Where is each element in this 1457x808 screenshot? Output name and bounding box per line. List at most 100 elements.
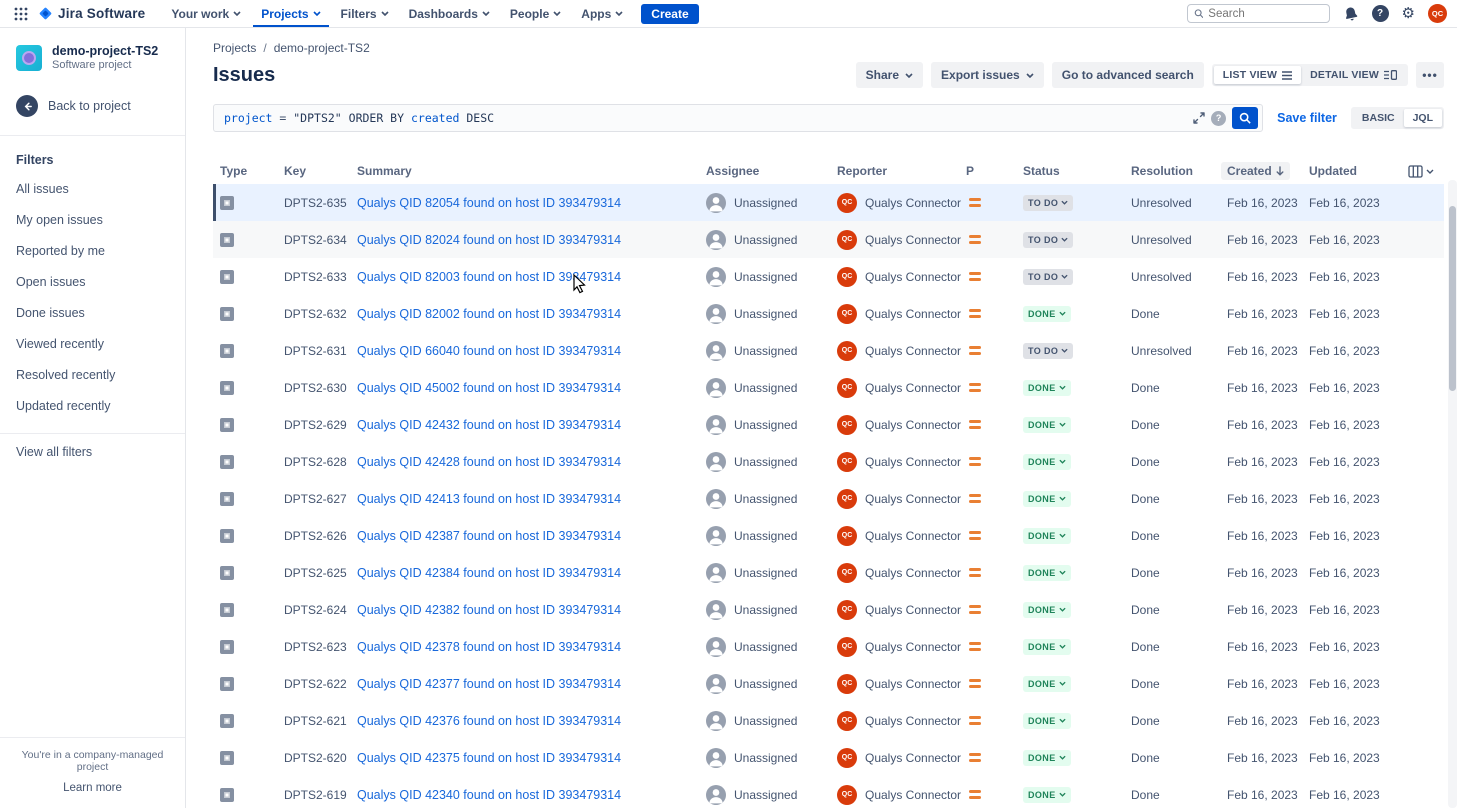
app-switcher-icon[interactable]	[10, 3, 32, 25]
notifications-bell-icon[interactable]	[1341, 4, 1360, 23]
table-row[interactable]: DPTS2-633 Qualys QID 82003 found on host…	[213, 258, 1444, 295]
table-row[interactable]: DPTS2-635 Qualys QID 82054 found on host…	[213, 184, 1444, 221]
vertical-scrollbar[interactable]	[1448, 180, 1457, 808]
status-chip[interactable]: DONE	[1023, 417, 1071, 433]
user-avatar[interactable]: QC	[1428, 4, 1447, 23]
detail-view-toggle[interactable]: DETAIL VIEW	[1301, 66, 1406, 84]
table-row[interactable]: DPTS2-623 Qualys QID 42378 found on host…	[213, 628, 1444, 665]
view-all-filters-link[interactable]: View all filters	[0, 436, 185, 467]
status-chip[interactable]: DONE	[1023, 491, 1071, 507]
status-chip[interactable]: DONE	[1023, 713, 1071, 729]
table-row[interactable]: DPTS2-621 Qualys QID 42376 found on host…	[213, 702, 1444, 739]
create-button[interactable]: Create	[641, 4, 698, 24]
basic-mode-toggle[interactable]: BASIC	[1353, 109, 1404, 127]
table-row[interactable]: DPTS2-625 Qualys QID 42384 found on host…	[213, 554, 1444, 591]
status-chip[interactable]: TO DO	[1023, 195, 1073, 211]
topnav-item[interactable]: People	[502, 0, 569, 27]
status-chip[interactable]: DONE	[1023, 565, 1071, 581]
column-header-key[interactable]: Key	[284, 164, 357, 178]
sidebar-filter-item[interactable]: Resolved recently	[0, 359, 185, 390]
status-chip[interactable]: DONE	[1023, 602, 1071, 618]
sidebar-filter-item[interactable]: Viewed recently	[0, 328, 185, 359]
share-button[interactable]: Share	[856, 62, 923, 88]
column-settings[interactable]	[1401, 165, 1444, 178]
back-to-project[interactable]: Back to project	[0, 95, 185, 117]
issue-summary-link[interactable]: Qualys QID 42378 found on host ID 393479…	[357, 640, 621, 654]
table-row[interactable]: DPTS2-620 Qualys QID 42375 found on host…	[213, 739, 1444, 776]
status-chip[interactable]: DONE	[1023, 750, 1071, 766]
table-row[interactable]: DPTS2-626 Qualys QID 42387 found on host…	[213, 517, 1444, 554]
table-row[interactable]: DPTS2-632 Qualys QID 82002 found on host…	[213, 295, 1444, 332]
scrollbar-thumb[interactable]	[1449, 206, 1456, 391]
sidebar-filter-item[interactable]: Done issues	[0, 297, 185, 328]
status-chip[interactable]: TO DO	[1023, 343, 1073, 359]
column-header-assignee[interactable]: Assignee	[706, 164, 837, 178]
learn-more-link[interactable]: Learn more	[63, 782, 122, 794]
table-row[interactable]: DPTS2-627 Qualys QID 42413 found on host…	[213, 480, 1444, 517]
issue-summary-link[interactable]: Qualys QID 42428 found on host ID 393479…	[357, 455, 621, 469]
global-search[interactable]	[1187, 4, 1330, 23]
table-row[interactable]: DPTS2-624 Qualys QID 42382 found on host…	[213, 591, 1444, 628]
status-chip[interactable]: DONE	[1023, 528, 1071, 544]
issue-summary-link[interactable]: Qualys QID 42432 found on host ID 393479…	[357, 418, 621, 432]
table-row[interactable]: DPTS2-622 Qualys QID 42377 found on host…	[213, 665, 1444, 702]
issue-summary-link[interactable]: Qualys QID 42375 found on host ID 393479…	[357, 751, 621, 765]
export-issues-button[interactable]: Export issues	[931, 62, 1044, 88]
jql-search-button[interactable]	[1232, 107, 1258, 129]
jql-mode-toggle[interactable]: JQL	[1404, 109, 1442, 127]
issue-summary-link[interactable]: Qualys QID 42376 found on host ID 393479…	[357, 714, 621, 728]
table-row[interactable]: DPTS2-634 Qualys QID 82024 found on host…	[213, 221, 1444, 258]
column-header-resolution[interactable]: Resolution	[1131, 164, 1227, 178]
expand-icon[interactable]	[1193, 112, 1205, 124]
column-header-created[interactable]: Created	[1227, 162, 1309, 180]
topnav-item[interactable]: Apps	[573, 0, 631, 27]
issue-summary-link[interactable]: Qualys QID 42413 found on host ID 393479…	[357, 492, 621, 506]
sidebar-filter-item[interactable]: My open issues	[0, 204, 185, 235]
issue-summary-link[interactable]: Qualys QID 42384 found on host ID 393479…	[357, 566, 621, 580]
column-header-type[interactable]: Type	[213, 164, 284, 178]
status-chip[interactable]: DONE	[1023, 380, 1071, 396]
sidebar-filter-item[interactable]: Reported by me	[0, 235, 185, 266]
save-filter-link[interactable]: Save filter	[1277, 111, 1337, 125]
table-row[interactable]: DPTS2-619 Qualys QID 42340 found on host…	[213, 776, 1444, 808]
issue-summary-link[interactable]: Qualys QID 45002 found on host ID 393479…	[357, 381, 621, 395]
more-actions-button[interactable]: •••	[1416, 62, 1444, 88]
issue-summary-link[interactable]: Qualys QID 82024 found on host ID 393479…	[357, 233, 621, 247]
status-chip[interactable]: DONE	[1023, 787, 1071, 803]
topnav-item[interactable]: Filters	[333, 0, 397, 27]
issue-summary-link[interactable]: Qualys QID 66040 found on host ID 393479…	[357, 344, 621, 358]
status-chip[interactable]: DONE	[1023, 454, 1071, 470]
sidebar-filter-item[interactable]: Updated recently	[0, 390, 185, 421]
column-header-updated[interactable]: Updated	[1309, 164, 1401, 178]
global-search-input[interactable]	[1208, 8, 1322, 20]
issue-summary-link[interactable]: Qualys QID 42387 found on host ID 393479…	[357, 529, 621, 543]
column-header-summary[interactable]: Summary	[357, 164, 706, 178]
topnav-item[interactable]: Your work	[163, 0, 249, 27]
topnav-item[interactable]: Projects	[253, 0, 328, 27]
settings-gear-icon[interactable]: ⚙	[1402, 6, 1415, 21]
status-chip[interactable]: DONE	[1023, 639, 1071, 655]
topnav-item[interactable]: Dashboards	[401, 0, 498, 27]
table-row[interactable]: DPTS2-628 Qualys QID 42428 found on host…	[213, 443, 1444, 480]
table-row[interactable]: DPTS2-630 Qualys QID 45002 found on host…	[213, 369, 1444, 406]
table-row[interactable]: DPTS2-629 Qualys QID 42432 found on host…	[213, 406, 1444, 443]
status-chip[interactable]: TO DO	[1023, 269, 1073, 285]
issue-summary-link[interactable]: Qualys QID 42377 found on host ID 393479…	[357, 677, 621, 691]
issue-summary-link[interactable]: Qualys QID 82003 found on host ID 393479…	[357, 270, 621, 284]
status-chip[interactable]: DONE	[1023, 676, 1071, 692]
sidebar-filter-item[interactable]: All issues	[0, 173, 185, 204]
jql-help-icon[interactable]: ?	[1211, 111, 1226, 126]
jira-logo[interactable]: Jira Software	[38, 6, 145, 21]
breadcrumb-projects-link[interactable]: Projects	[213, 41, 256, 55]
column-header-status[interactable]: Status	[1023, 164, 1131, 178]
jql-input[interactable]: project = "DPTS2" ORDER BY created DESC …	[213, 104, 1263, 132]
status-chip[interactable]: TO DO	[1023, 232, 1073, 248]
breadcrumb-project-link[interactable]: demo-project-TS2	[274, 41, 370, 55]
status-chip[interactable]: DONE	[1023, 306, 1071, 322]
column-header-reporter[interactable]: Reporter	[837, 164, 966, 178]
column-header-priority[interactable]: P	[966, 164, 1023, 178]
help-icon[interactable]: ?	[1372, 5, 1389, 22]
list-view-toggle[interactable]: LIST VIEW	[1214, 66, 1301, 84]
issue-summary-link[interactable]: Qualys QID 82054 found on host ID 393479…	[357, 196, 621, 210]
advanced-search-button[interactable]: Go to advanced search	[1052, 62, 1204, 88]
